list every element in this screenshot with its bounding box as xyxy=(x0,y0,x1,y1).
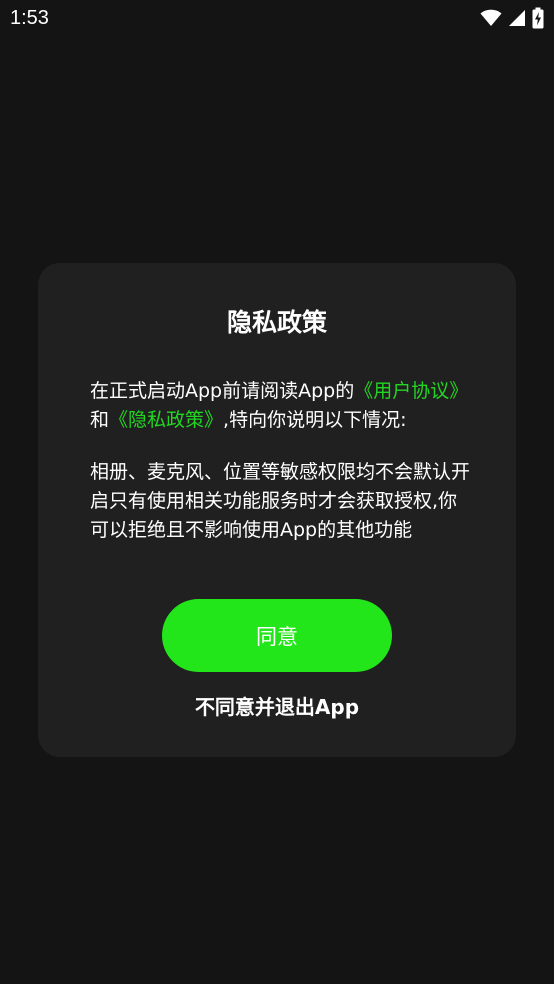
intro-prefix: 在正式启动App前请阅读App的 xyxy=(90,380,355,402)
dialog-title: 隐私政策 xyxy=(226,308,327,337)
privacy-policy-link[interactable]: 《隐私政策》 xyxy=(109,409,223,431)
status-bar: 1:53 xyxy=(0,0,554,38)
intro-conjunction: 和 xyxy=(90,409,110,431)
status-icons xyxy=(480,6,544,30)
decline-exit-button[interactable]: 不同意并退出App xyxy=(38,691,516,720)
privacy-dialog: 隐私政策 在正式启动App前请阅读App的《用户协议》和《隐私政策》,特向你说明… xyxy=(38,263,516,757)
status-time: 1:53 xyxy=(10,7,49,29)
cell-signal-icon xyxy=(509,10,525,26)
wifi-icon xyxy=(480,9,502,27)
dialog-body: 在正式启动App前请阅读App的《用户协议》和《隐私政策》,特向你说明以下情况:… xyxy=(90,377,470,545)
battery-charging-icon xyxy=(532,7,544,29)
agree-button[interactable]: 同意 xyxy=(162,599,392,672)
permissions-paragraph: 相册、麦克风、位置等敏感权限均不会默认开启只有使用相关功能服务时才会获取授权,你… xyxy=(90,461,471,541)
user-agreement-link[interactable]: 《用户协议》 xyxy=(354,380,468,402)
intro-suffix: ,特向你说明以下情况: xyxy=(223,409,407,431)
intro-paragraph: 在正式启动App前请阅读App的《用户协议》和《隐私政策》,特向你说明以下情况: xyxy=(90,377,470,435)
